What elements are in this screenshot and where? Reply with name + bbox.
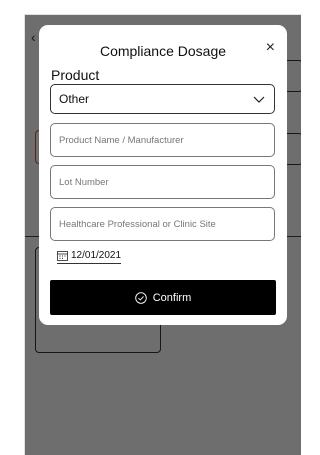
product-name-input[interactable]	[50, 123, 275, 157]
modal-title: Compliance Dosage	[99, 43, 227, 59]
date-value: 12/01/2021	[71, 250, 122, 261]
check-circle-icon	[134, 291, 147, 304]
close-button[interactable]: ×	[266, 39, 275, 57]
lot-number-input[interactable]	[50, 165, 275, 199]
close-icon[interactable]: ×	[266, 39, 275, 56]
confirm-button[interactable]: Confirm	[50, 280, 276, 315]
confirm-label: Confirm	[152, 291, 192, 304]
product-select[interactable]: Other	[50, 84, 275, 114]
calendar-icon	[57, 251, 68, 261]
clinic-site-input[interactable]	[50, 207, 275, 241]
product-select-value: Other	[59, 92, 90, 106]
date-picker[interactable]: 12/01/2021	[57, 250, 122, 264]
chevron-down-icon	[253, 96, 265, 103]
compliance-dosage-modal: Compliance Dosage × Product Other 12/01/…	[39, 25, 287, 325]
product-label: Product	[51, 67, 100, 83]
